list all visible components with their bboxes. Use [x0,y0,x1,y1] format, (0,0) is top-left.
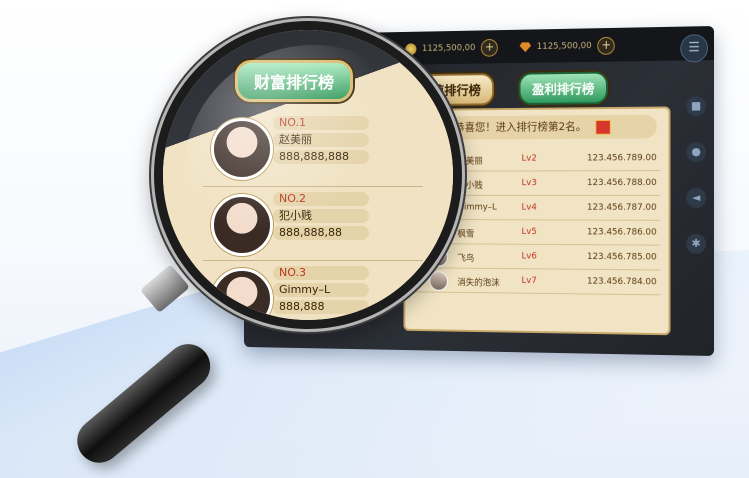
row-level: Lv6 [521,251,537,262]
rank-number: NO.3 [273,266,369,280]
player-name: 赵美丽 [273,133,369,147]
row-amount: 123.456.786.00 [587,227,657,238]
row-level: Lv3 [521,178,537,189]
magnifier-lens: 财富排行榜 NO.1 赵美丽 888,888,888 NO.2 犯小贱 888,… [163,30,453,320]
row-amount: 123.456.784.00 [587,276,657,288]
share-icon[interactable]: ◄ [686,188,707,208]
player-name: Gimmy–L [273,283,369,297]
diamond-icon [520,42,531,52]
player-name: 犯小贱 [273,209,369,223]
row-amount: 123.456.788.00 [587,178,657,189]
row-name: 枫雪 [457,229,475,240]
settings-icon[interactable]: ✱ [686,233,707,254]
avatar [211,118,273,180]
row-level: Lv5 [521,227,537,238]
row-name: 消失的泡沫 [457,278,500,289]
wealth-value: 888,888,88 [273,226,369,240]
add-coins-button[interactable]: + [481,38,499,57]
top-rank-entry[interactable]: NO.1 赵美丽 888,888,888 [211,116,371,186]
row-level: Lv4 [521,202,537,213]
wealth-value: 888,888,888 [273,150,369,164]
row-level: Lv7 [521,276,537,286]
tab-wealth-ranking[interactable]: 财富排行榜 [235,60,354,102]
avatar [211,268,273,320]
tab-profit-ranking[interactable]: 盈利排行榜 [518,71,608,106]
row-level: Lv2 [521,153,537,164]
row-name: Gimmy–L [457,202,497,213]
side-icon-2[interactable]: ● [686,142,707,163]
add-diamonds-button[interactable]: + [597,36,615,55]
side-icon-1[interactable]: ■ [686,96,707,117]
diamond-balance: 1125,500,00 + [520,36,615,56]
rank-number: NO.1 [273,116,369,130]
divider [203,260,423,261]
top-rank-entry[interactable]: NO.2 犯小贱 888,888,88 [211,192,371,262]
congrats-text: 恭喜您！进入排行榜第2名。 [454,120,587,134]
side-toolbar: ■ ● ◄ ✱ [686,96,708,254]
row-name: 犯小贱 [457,181,483,191]
row-amount: 123.456.785.00 [587,252,657,263]
row-amount: 123.456.789.00 [587,153,657,164]
wealth-value: 888,888 [273,300,369,314]
rank-number: NO.2 [273,192,369,206]
menu-button[interactable]: ☰ [680,34,709,63]
divider [203,186,423,187]
avatar [211,194,273,256]
diamond-amount: 1125,500,00 [536,41,592,52]
menu-icon: ☰ [688,40,700,56]
row-name: 赵美丽 [457,156,483,167]
gift-icon[interactable] [595,119,612,135]
row-name: 飞鸟 [457,254,475,264]
top-rank-entry[interactable]: NO.3 Gimmy–L 888,888 [211,266,371,320]
row-amount: 123.456.787.00 [587,202,657,213]
